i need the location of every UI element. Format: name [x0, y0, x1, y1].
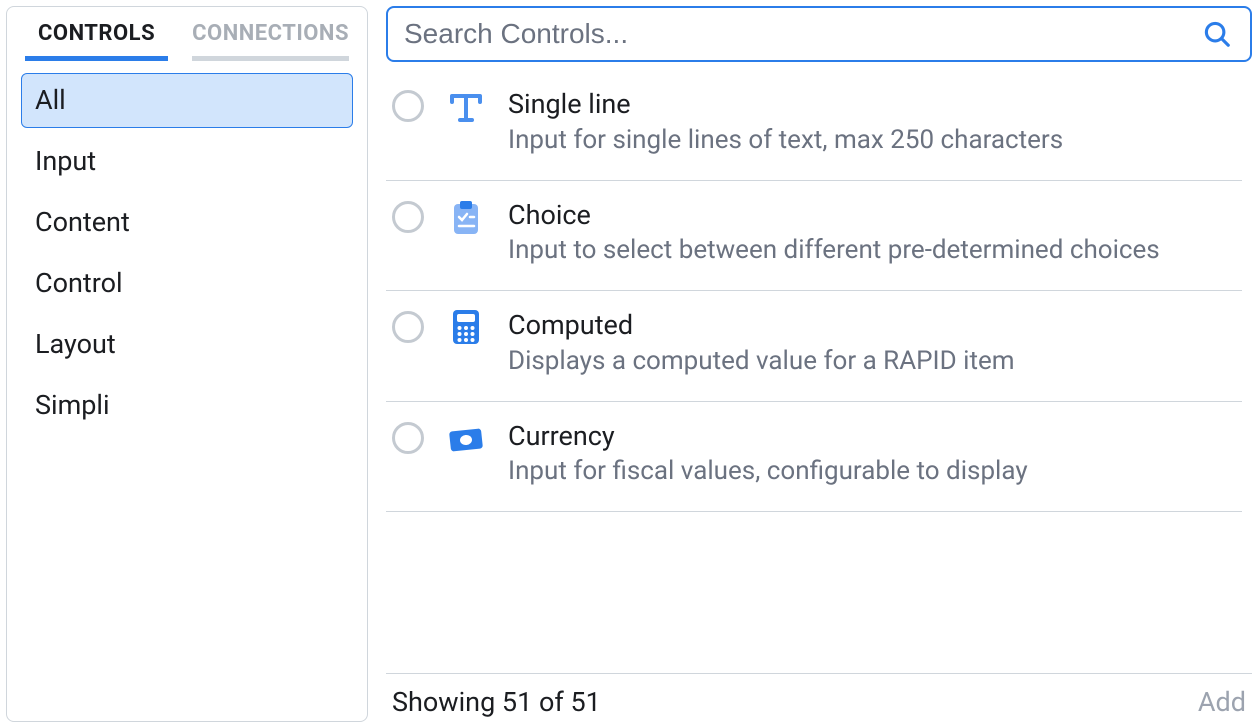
- filter-simpli[interactable]: Simpli: [21, 378, 353, 433]
- control-title: Choice: [508, 199, 1236, 233]
- control-title: Computed: [508, 309, 1236, 343]
- filter-all[interactable]: All: [21, 73, 353, 128]
- control-text: Single line Input for single lines of te…: [508, 88, 1236, 158]
- control-desc: Input to select between different pre-de…: [508, 234, 1236, 268]
- radio-select[interactable]: [392, 311, 424, 343]
- tab-connections[interactable]: CONNECTIONS: [192, 21, 349, 61]
- currency-icon: [446, 418, 486, 458]
- radio-select[interactable]: [392, 201, 424, 233]
- footer: Showing 51 of 51 Add: [386, 673, 1252, 722]
- tab-controls[interactable]: CONTROLS: [25, 21, 168, 61]
- filter-layout[interactable]: Layout: [21, 317, 353, 372]
- radio-select[interactable]: [392, 90, 424, 122]
- sidebar: CONTROLS CONNECTIONS All Input Content C…: [6, 6, 368, 722]
- control-item-currency[interactable]: Currency Input for fiscal values, config…: [386, 402, 1242, 513]
- control-text: Currency Input for fiscal values, config…: [508, 420, 1236, 490]
- control-desc: Input for single lines of text, max 250 …: [508, 124, 1236, 158]
- filter-content[interactable]: Content: [21, 195, 353, 250]
- control-desc: Input for fiscal values, configurable to…: [508, 455, 1236, 489]
- control-item-computed[interactable]: Computed Displays a computed value for a…: [386, 291, 1242, 402]
- main-panel: Single line Input for single lines of te…: [386, 6, 1252, 722]
- search-icon[interactable]: [1202, 19, 1232, 49]
- control-title: Currency: [508, 420, 1236, 454]
- control-text: Choice Input to select between different…: [508, 199, 1236, 269]
- filter-input[interactable]: Input: [21, 134, 353, 189]
- add-button[interactable]: Add: [1198, 686, 1246, 718]
- control-item-single-line[interactable]: Single line Input for single lines of te…: [386, 84, 1242, 181]
- filter-list: All Input Content Control Layout Simpli: [19, 73, 355, 434]
- clipboard-icon: [446, 197, 486, 237]
- results-area: Single line Input for single lines of te…: [386, 84, 1252, 673]
- filter-control[interactable]: Control: [21, 256, 353, 311]
- results-list[interactable]: Single line Input for single lines of te…: [386, 84, 1252, 673]
- control-desc: Displays a computed value for a RAPID it…: [508, 345, 1236, 379]
- text-icon: [446, 86, 486, 126]
- search-container: [386, 6, 1252, 62]
- control-text: Computed Displays a computed value for a…: [508, 309, 1236, 379]
- control-title: Single line: [508, 88, 1236, 122]
- radio-select[interactable]: [392, 422, 424, 454]
- control-item-choice[interactable]: Choice Input to select between different…: [386, 181, 1242, 292]
- calculator-icon: [446, 307, 486, 347]
- status-text: Showing 51 of 51: [392, 686, 601, 718]
- search-input[interactable]: [404, 18, 1202, 50]
- sidebar-tabs: CONTROLS CONNECTIONS: [19, 21, 355, 61]
